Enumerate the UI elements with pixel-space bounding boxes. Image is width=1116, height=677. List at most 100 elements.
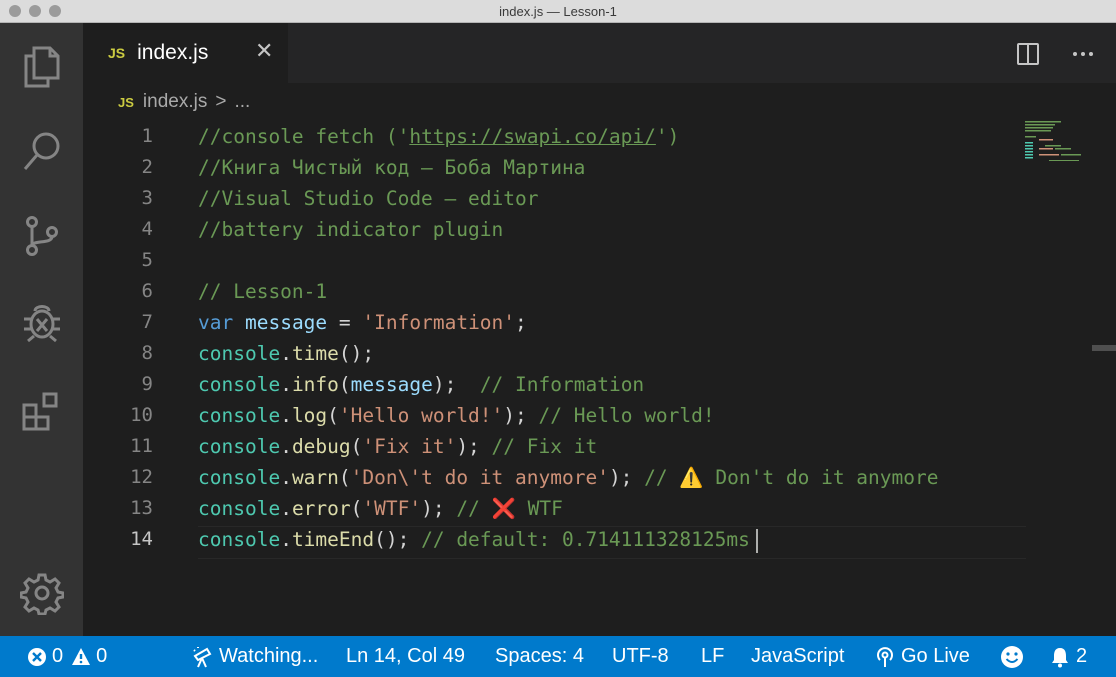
code-comment: WTF (515, 497, 563, 520)
code-comment: // Lesson-1 (198, 280, 328, 303)
line-number: 1 (141, 125, 153, 147)
code-line: 1 //console fetch ('https://swapi.co/api… (83, 121, 1093, 152)
javascript-file-icon: JS (108, 45, 126, 61)
breadcrumb-symbols[interactable]: ... (234, 91, 250, 113)
code-function: debug (291, 435, 351, 458)
encoding-label: UTF-8 (612, 645, 669, 667)
line-number: 6 (141, 280, 153, 302)
code-function: log (291, 404, 328, 427)
extensions-icon[interactable] (0, 381, 83, 443)
code-punctuation: ); (421, 497, 457, 520)
warning-icon (72, 647, 91, 665)
code-function: timeEnd (291, 528, 375, 551)
go-live-button[interactable]: Go Live (874, 636, 970, 677)
tab-label: index.js (137, 41, 209, 64)
cursor-position[interactable]: Ln 14, Col 49 (346, 636, 465, 677)
code-object: console (198, 404, 281, 427)
watching-label: Watching... (219, 645, 319, 667)
gear-icon[interactable] (0, 562, 83, 624)
minimap[interactable] (1025, 121, 1095, 161)
line-number: 5 (141, 249, 153, 271)
code-line-active: 14 console.timeEnd(); // default: 0.7141… (83, 524, 1093, 555)
code-object: console (198, 435, 281, 458)
line-number: 10 (130, 404, 153, 426)
line-number: 3 (141, 187, 153, 209)
code-function: time (291, 342, 339, 365)
code-punctuation: ( (338, 466, 351, 489)
javascript-file-icon: JS (118, 94, 134, 110)
close-tab-icon[interactable]: ✕ (255, 40, 273, 62)
code-line: 4 //battery indicator plugin (83, 214, 1093, 245)
code-line: 13 console.error('WTF'); // ❌ WTF (83, 493, 1093, 524)
warning-count: 0 (96, 645, 108, 667)
code-comment: // Fix it (491, 435, 598, 458)
indentation-label: Spaces: 4 (495, 645, 584, 667)
activity-bar (0, 23, 83, 636)
split-editor-icon[interactable] (1013, 39, 1043, 69)
tab-index-js[interactable]: JS index.js ✕ (83, 23, 288, 83)
code-line: 3 //Visual Studio Code – editor (83, 183, 1093, 214)
title-bar: index.js — Lesson-1 (0, 0, 1116, 23)
eol-label: LF (701, 645, 725, 667)
code-object: console (198, 528, 281, 551)
code-punctuation: ); (608, 466, 645, 489)
line-number: 4 (141, 218, 153, 240)
watching-status[interactable]: Watching... (192, 636, 318, 677)
feedback-smiley-icon[interactable] (1000, 636, 1029, 677)
code-object: console (198, 466, 281, 489)
cursor-position-label: Ln 14, Col 49 (346, 645, 465, 667)
language-selector[interactable]: JavaScript (751, 636, 844, 677)
source-control-icon[interactable] (0, 205, 83, 267)
code-punctuation: ( (350, 435, 363, 458)
code-comment: //Visual Studio Code – editor (198, 187, 539, 210)
code-editor[interactable]: 1 //console fetch ('https://swapi.co/api… (83, 121, 1116, 636)
code-punctuation: ( (350, 497, 363, 520)
code-comment: // (644, 466, 680, 489)
code-comment: //battery indicator plugin (198, 218, 504, 241)
eol-selector[interactable]: LF (701, 636, 724, 677)
notification-count: 2 (1076, 645, 1088, 667)
code-punctuation: ); (456, 435, 492, 458)
code-punctuation: . (280, 528, 292, 551)
code-punctuation: . (280, 373, 292, 396)
error-icon (28, 647, 46, 666)
code-punctuation: (); (338, 342, 375, 365)
line-number: 12 (130, 466, 153, 488)
code-punctuation: ); (503, 404, 539, 427)
line-number: 11 (130, 435, 153, 457)
vscode-window: index.js — Lesson-1 JS index.js ✕ JS ind… (0, 0, 1116, 677)
scrollbar-thumb[interactable] (1092, 345, 1116, 351)
code-link[interactable]: https://swapi.co/api/ (409, 125, 656, 148)
breadcrumb: JS index.js > ... (83, 83, 1116, 121)
code-string: 'Hello world!' (338, 404, 504, 427)
warning-emoji-icon: ⚠️ (679, 466, 704, 489)
notifications-button[interactable]: 2 (1049, 636, 1087, 677)
encoding-selector[interactable]: UTF-8 (612, 636, 669, 677)
code-string: 'Don\'t do it anymore' (350, 466, 609, 489)
more-icon[interactable] (1068, 39, 1098, 69)
line-number: 13 (130, 497, 153, 519)
tab-bar: JS index.js ✕ (83, 23, 1116, 83)
broadcast-icon (877, 646, 893, 667)
debug-icon[interactable] (0, 290, 83, 352)
line-number: 14 (130, 528, 153, 550)
code-punctuation: . (280, 435, 292, 458)
window-title: index.js — Lesson-1 (499, 4, 617, 19)
code-comment: // default: 0.714111328125ms (421, 528, 750, 551)
breadcrumb-file[interactable]: index.js (143, 91, 207, 113)
code-function: error (291, 497, 351, 520)
go-live-label: Go Live (901, 645, 970, 667)
code-operator: = (327, 311, 363, 334)
files-icon[interactable] (0, 35, 83, 97)
problems-indicator[interactable]: 0 0 (27, 636, 107, 677)
code-line: 9 console.info(message); // Information (83, 369, 1093, 400)
code-line: 12 console.warn('Don\'t do it anymore');… (83, 462, 1093, 493)
indentation-selector[interactable]: Spaces: 4 (495, 636, 584, 677)
search-icon[interactable] (0, 121, 83, 183)
code-object: console (198, 342, 281, 365)
code-function: info (291, 373, 339, 396)
code-comment: Don't do it anymore (703, 466, 939, 489)
code-comment: //Книга Чистый код – Боба Мартина (198, 156, 586, 179)
language-label: JavaScript (751, 645, 845, 667)
cross-mark-emoji-icon: ❌ (491, 497, 516, 520)
